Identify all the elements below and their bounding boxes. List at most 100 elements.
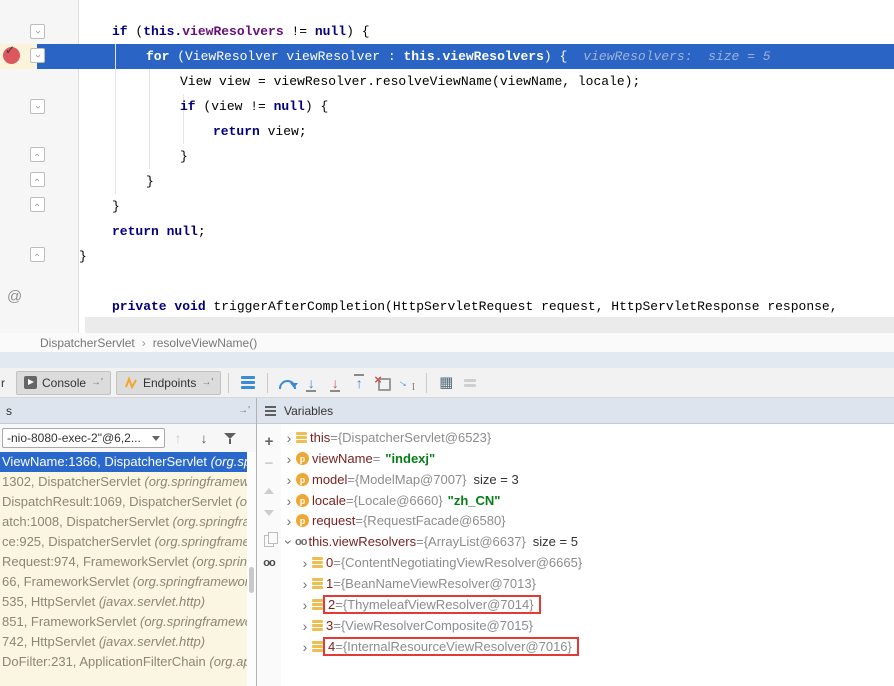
previous-frame-button[interactable]: ↑	[165, 427, 191, 449]
field-icon	[312, 641, 323, 652]
frame-row[interactable]: 742, HttpServlet (javax.servlet.http)	[0, 632, 247, 652]
code-token: viewResolvers	[182, 24, 283, 39]
variable-name: model	[312, 472, 347, 487]
step-over-button[interactable]	[275, 371, 299, 395]
chevron-collapsed-icon[interactable]: ›	[283, 452, 295, 466]
thread-dropdown[interactable]: -nio-8080-exec-2"@6,2...	[2, 428, 165, 448]
chevron-collapsed-icon[interactable]: ›	[283, 494, 295, 508]
frame-row[interactable]: DispatchResult:1069, DispatcherServlet (…	[0, 492, 247, 512]
chevron-collapsed-icon[interactable]: ›	[299, 598, 311, 612]
move-watch-up-button[interactable]	[258, 480, 280, 502]
calculator-icon: ▦	[439, 375, 453, 390]
fold-marker-icon[interactable]: ›	[30, 99, 45, 114]
tab-endpoints[interactable]: Endpoints →'	[116, 371, 221, 395]
force-step-into-button[interactable]: ↓	[323, 371, 347, 395]
variable-row[interactable]: ›this = {DispatcherServlet@6523}	[283, 427, 491, 448]
new-watch-button[interactable]: +	[258, 430, 280, 452]
breadcrumb-item-class[interactable]: DispatcherServlet	[40, 336, 135, 350]
layout-settings-button[interactable]	[458, 371, 482, 395]
breakpoint-icon[interactable]: ✓	[3, 47, 20, 64]
step-out-button[interactable]: ↑	[347, 371, 371, 395]
tab-console-label: Console	[42, 376, 86, 390]
frame-package: (org.springframewo	[140, 614, 247, 629]
fold-end-marker-icon[interactable]: ›	[30, 247, 45, 262]
equals-sign: =	[335, 597, 343, 612]
code-line: View view = viewResolver.resolveViewName…	[180, 69, 640, 94]
frame-row[interactable]: atch:1008, DispatcherServlet (org.spring…	[0, 512, 247, 532]
variable-row[interactable]: ›4 = {InternalResourceViewResolver@7016}	[299, 636, 579, 657]
variable-row[interactable]: ›plocale = {Locale@6660}"zh_CN"	[283, 490, 500, 511]
chevron-collapsed-icon[interactable]: ›	[283, 514, 295, 528]
variable-value: {BeanNameViewResolver@7013}	[341, 576, 536, 591]
fold-end-marker-icon[interactable]: ›	[30, 197, 45, 212]
frame-location: DoFilter:231, ApplicationFilterChain	[2, 654, 209, 669]
evaluate-expression-button[interactable]: ▦	[434, 371, 458, 395]
frame-row[interactable]: ViewName:1366, DispatcherServlet (org.sp…	[0, 452, 247, 472]
frame-row[interactable]: 851, FrameworkServlet (org.springframewo	[0, 612, 247, 632]
next-frame-button[interactable]: ↓	[191, 427, 217, 449]
parameter-icon: p	[296, 473, 309, 486]
chevron-collapsed-icon[interactable]: ›	[299, 619, 311, 633]
variables-panel: Variables + − oo ›this = {DispatcherServ…	[257, 398, 894, 686]
layout-settings-icon	[464, 379, 476, 387]
variable-name: viewName	[312, 451, 373, 466]
thread-dropdown-value: -nio-8080-exec-2"@6,2...	[7, 431, 141, 445]
frame-row[interactable]: 66, FrameworkServlet (org.springframewor	[0, 572, 247, 592]
breadcrumb-item-method[interactable]: resolveViewName()	[153, 336, 257, 350]
code-token: (	[128, 24, 144, 39]
tab-endpoints-label: Endpoints	[143, 376, 196, 390]
frame-location: Request:974, FrameworkServlet	[2, 554, 192, 569]
toolbar-separator	[267, 373, 268, 393]
show-watches-button[interactable]: oo	[258, 552, 280, 574]
fold-end-marker-icon[interactable]: ›	[30, 172, 45, 187]
fold-marker-icon[interactable]: ›	[30, 48, 45, 63]
variable-row[interactable]: ›0 = {ContentNegotiatingViewResolver@666…	[299, 552, 582, 573]
frame-row[interactable]: 535, HttpServlet (javax.servlet.http)	[0, 592, 247, 612]
fold-marker-icon[interactable]: ›	[30, 24, 45, 39]
float-window-icon[interactable]: →'	[238, 405, 250, 416]
hamburger-icon[interactable]	[265, 406, 276, 416]
variable-name: 0	[326, 555, 333, 570]
duplicate-watch-button[interactable]	[258, 530, 280, 552]
chevron-collapsed-icon[interactable]: ›	[283, 473, 295, 487]
variable-row[interactable]: ›oothis.viewResolvers = {ArrayList@6637}…	[283, 531, 578, 552]
fold-end-marker-icon[interactable]: ›	[30, 147, 45, 162]
frame-location: ce:925, DispatcherServlet	[2, 534, 154, 549]
toolwindow-top-band	[0, 352, 894, 368]
frame-package: (org.springframewo	[144, 474, 247, 489]
run-to-cursor-button[interactable]: → I	[395, 371, 419, 395]
variable-row[interactable]: ›prequest = {RequestFacade@6580}	[283, 510, 506, 531]
code-token: ) {	[346, 24, 369, 39]
frame-row[interactable]: DoFilter:231, ApplicationFilterChain (or…	[0, 652, 247, 672]
clipped-debugger-tab-fragment[interactable]: r	[1, 376, 11, 390]
frames-panel-header: s →'	[0, 398, 256, 424]
frames-panel: s →' -nio-8080-exec-2"@6,2... ↑ ↓ ViewNa…	[0, 398, 256, 686]
step-into-button[interactable]: ↓	[299, 371, 323, 395]
step-into-icon: ↓	[308, 376, 315, 390]
frames-scrollbar[interactable]	[247, 452, 256, 686]
frame-location: 1302, DispatcherServlet	[2, 474, 144, 489]
hide-frames-filter-button[interactable]	[217, 427, 243, 449]
chevron-collapsed-icon[interactable]: ›	[299, 640, 311, 654]
chevron-collapsed-icon[interactable]: ›	[299, 556, 311, 570]
remove-watch-button[interactable]: −	[258, 452, 280, 474]
variable-row[interactable]: ›3 = {ViewResolverComposite@7015}	[299, 615, 533, 636]
chevron-expanded-icon[interactable]: ›	[282, 536, 296, 548]
frame-row[interactable]: 1302, DispatcherServlet (org.springframe…	[0, 472, 247, 492]
frame-row[interactable]: Request:974, FrameworkServlet (org.sprin…	[0, 552, 247, 572]
variable-value: {InternalResourceViewResolver@7016}	[343, 639, 572, 654]
frame-row[interactable]: ce:925, DispatcherServlet (org.springfra…	[0, 532, 247, 552]
variable-row[interactable]: ›pviewName = "indexj"	[283, 448, 435, 469]
variable-row[interactable]: ›2 = {ThymeleafViewResolver@7014}	[299, 594, 541, 615]
show-execution-point-button[interactable]	[236, 371, 260, 395]
variable-row[interactable]: ›1 = {BeanNameViewResolver@7013}	[299, 573, 536, 594]
chevron-collapsed-icon[interactable]: ›	[299, 577, 311, 591]
chevron-collapsed-icon[interactable]: ›	[283, 431, 295, 445]
variable-row[interactable]: ›pmodel = {ModelMap@7007}size = 3	[283, 469, 519, 490]
equals-sign: =	[333, 555, 341, 570]
move-watch-down-button[interactable]	[258, 502, 280, 524]
scrollbar-thumb[interactable]	[249, 567, 254, 593]
tab-console[interactable]: Console →'	[16, 371, 111, 395]
chevron-icon: ›	[33, 105, 43, 108]
drop-frame-button[interactable]: ×	[371, 371, 395, 395]
